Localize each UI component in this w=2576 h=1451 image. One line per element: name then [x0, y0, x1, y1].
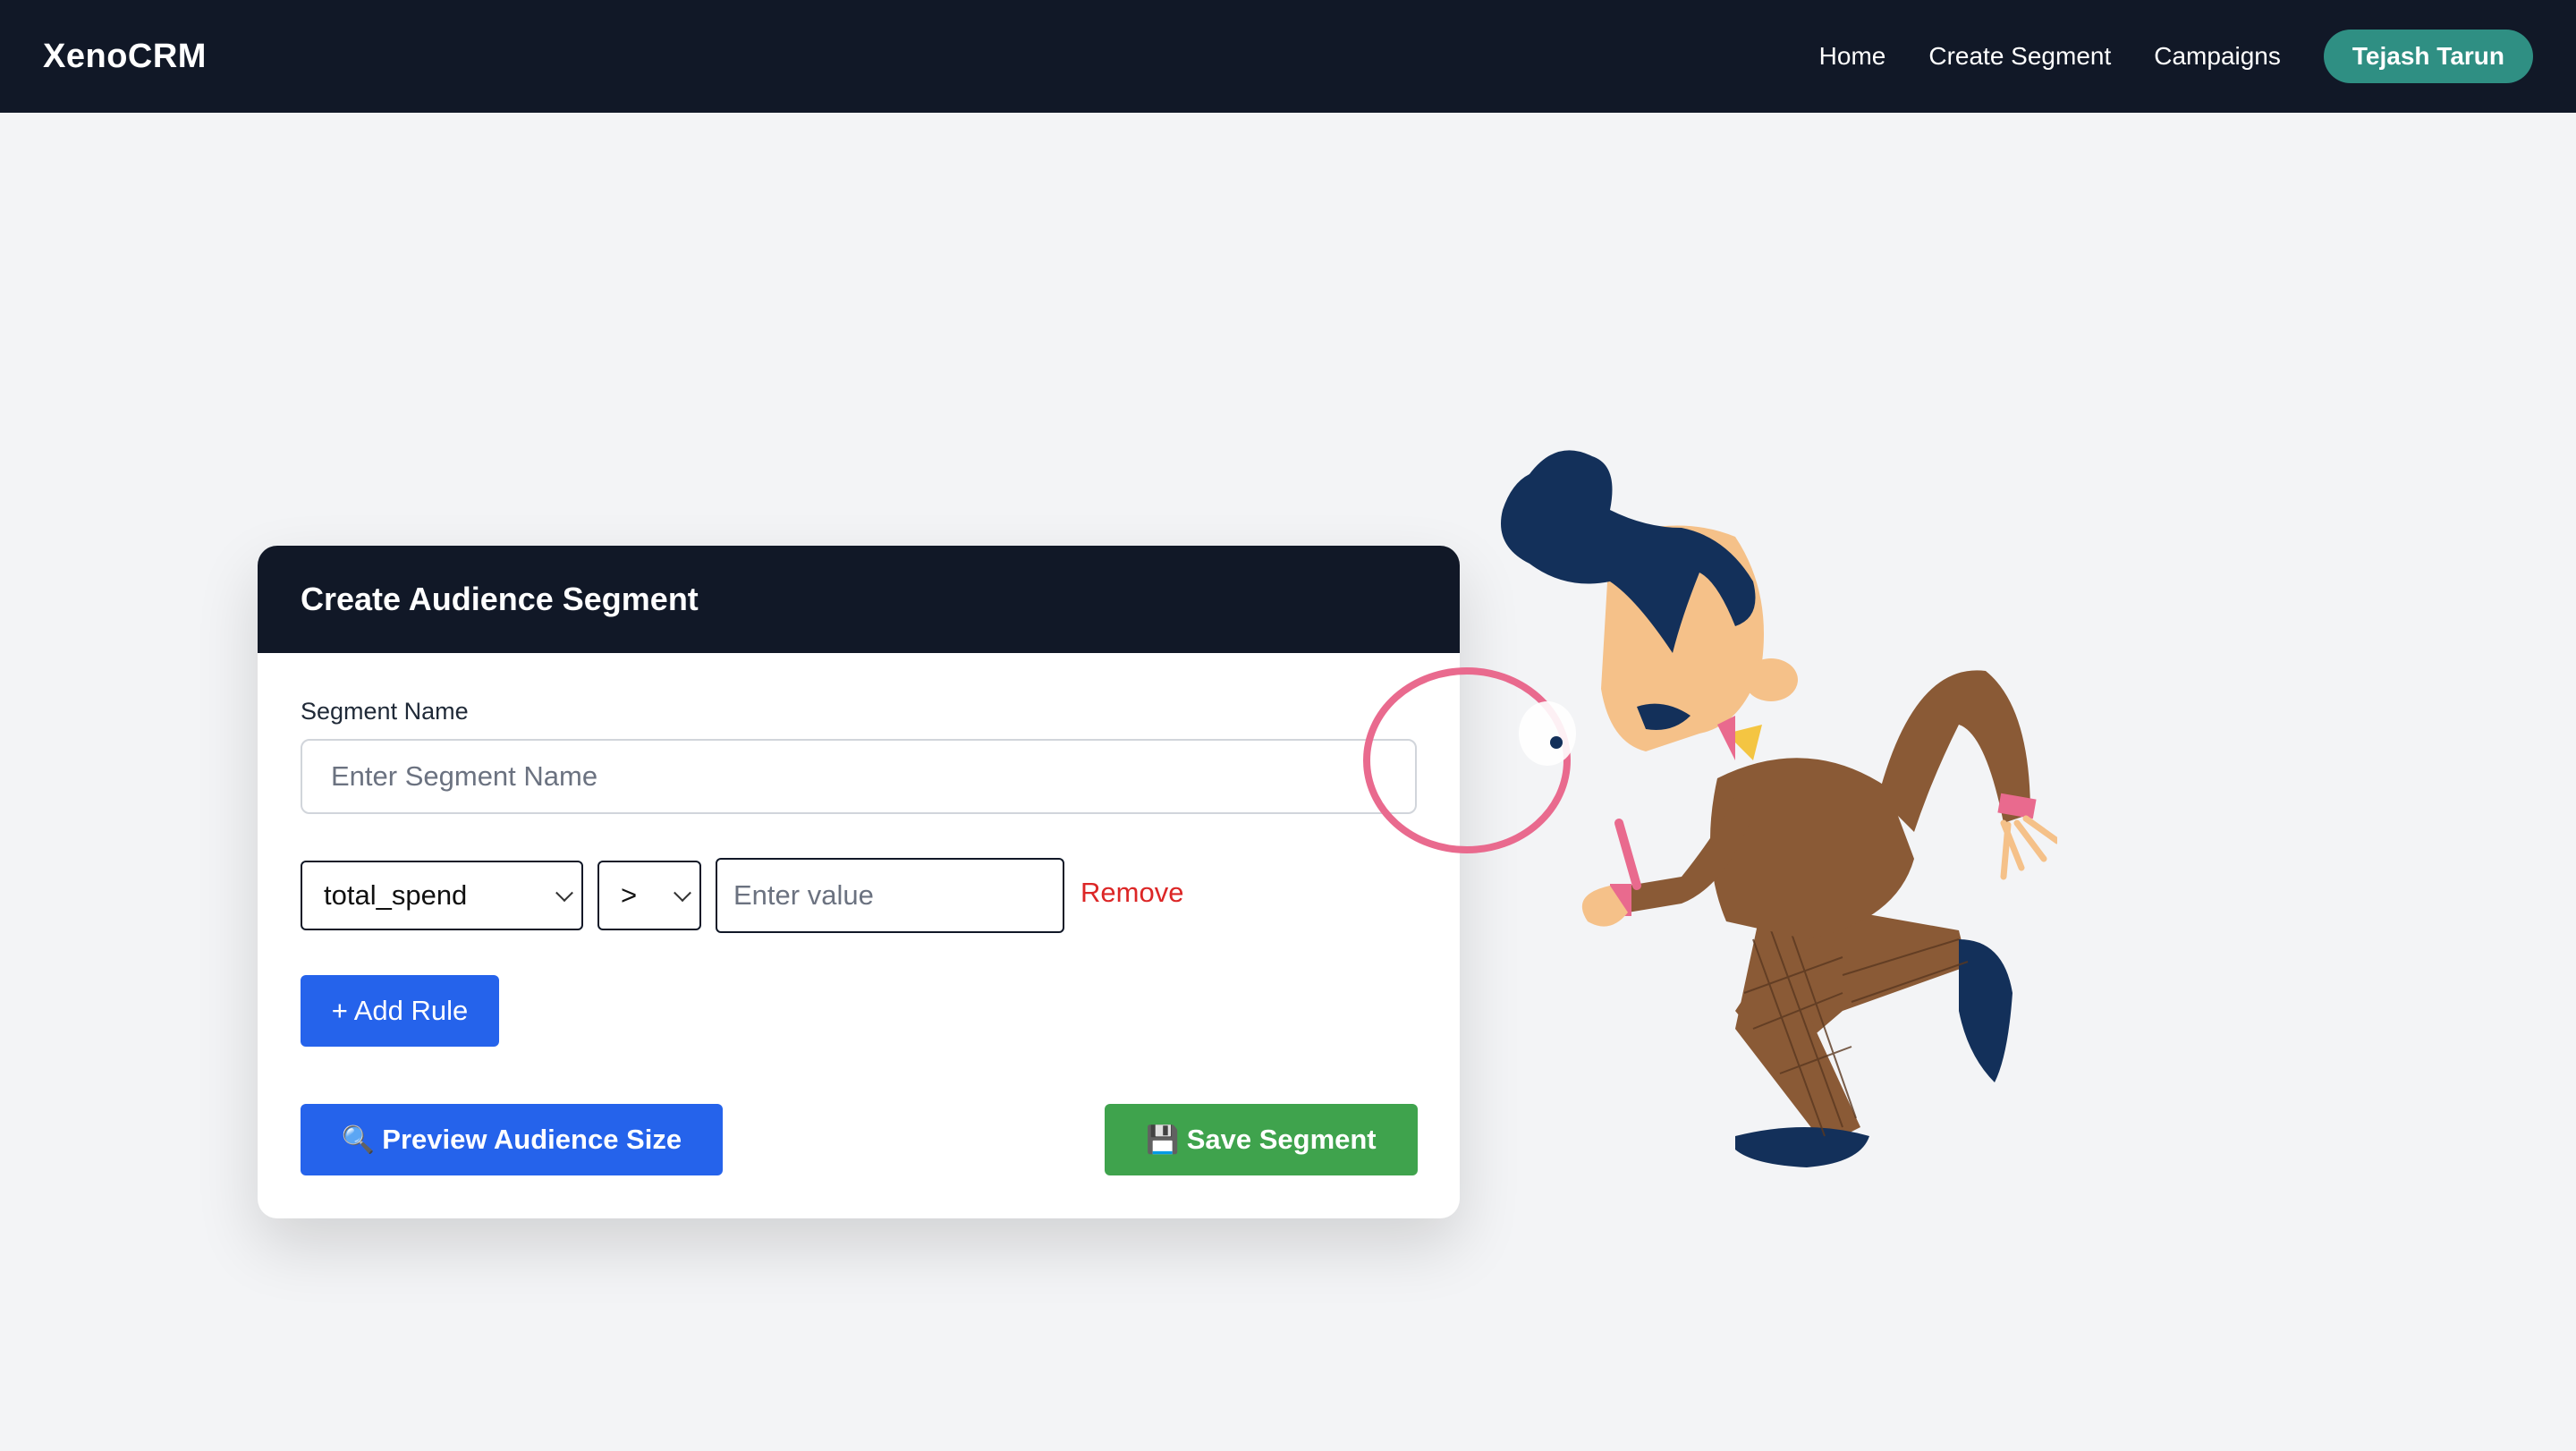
save-segment-button[interactable]: 💾 Save Segment — [1105, 1104, 1418, 1175]
nav-links: Home Create Segment Campaigns Tejash Tar… — [1776, 30, 2533, 83]
user-profile-button[interactable]: Tejash Tarun — [2323, 30, 2533, 83]
remove-rule-link[interactable]: Remove — [1080, 877, 1183, 909]
rule-operator-select[interactable]: > — [597, 861, 701, 930]
nav-link-create-segment[interactable]: Create Segment — [1928, 42, 2111, 71]
segment-name-label: Segment Name — [301, 698, 469, 725]
floppy-disk-icon: 💾 — [1146, 1124, 1180, 1155]
rule-value-input[interactable] — [716, 858, 1064, 933]
brand-logo[interactable]: XenoCRM — [43, 38, 207, 76]
segment-name-input[interactable] — [301, 739, 1417, 814]
top-navbar: XenoCRM Home Create Segment Campaigns Te… — [0, 0, 2576, 113]
rule-field-value: total_spend — [324, 879, 468, 911]
chevron-down-icon — [674, 884, 691, 903]
nav-link-home[interactable]: Home — [1819, 42, 1886, 71]
preview-audience-button[interactable]: 🔍 Preview Audience Size — [301, 1104, 723, 1175]
add-rule-button[interactable]: + Add Rule — [301, 975, 499, 1047]
rule-operator-value: > — [621, 879, 638, 911]
preview-audience-label: Preview Audience Size — [382, 1124, 682, 1155]
save-segment-label: Save Segment — [1186, 1124, 1377, 1155]
magnifier-icon: 🔍 — [341, 1124, 376, 1155]
nav-link-campaigns[interactable]: Campaigns — [2154, 42, 2281, 71]
rule-field-select[interactable]: total_spend — [301, 861, 583, 930]
chevron-down-icon — [555, 884, 573, 903]
card-header: Create Audience Segment — [258, 546, 1460, 653]
card-title: Create Audience Segment — [301, 581, 699, 617]
create-segment-card: Create Audience Segment Segment Name tot… — [258, 546, 1460, 1218]
